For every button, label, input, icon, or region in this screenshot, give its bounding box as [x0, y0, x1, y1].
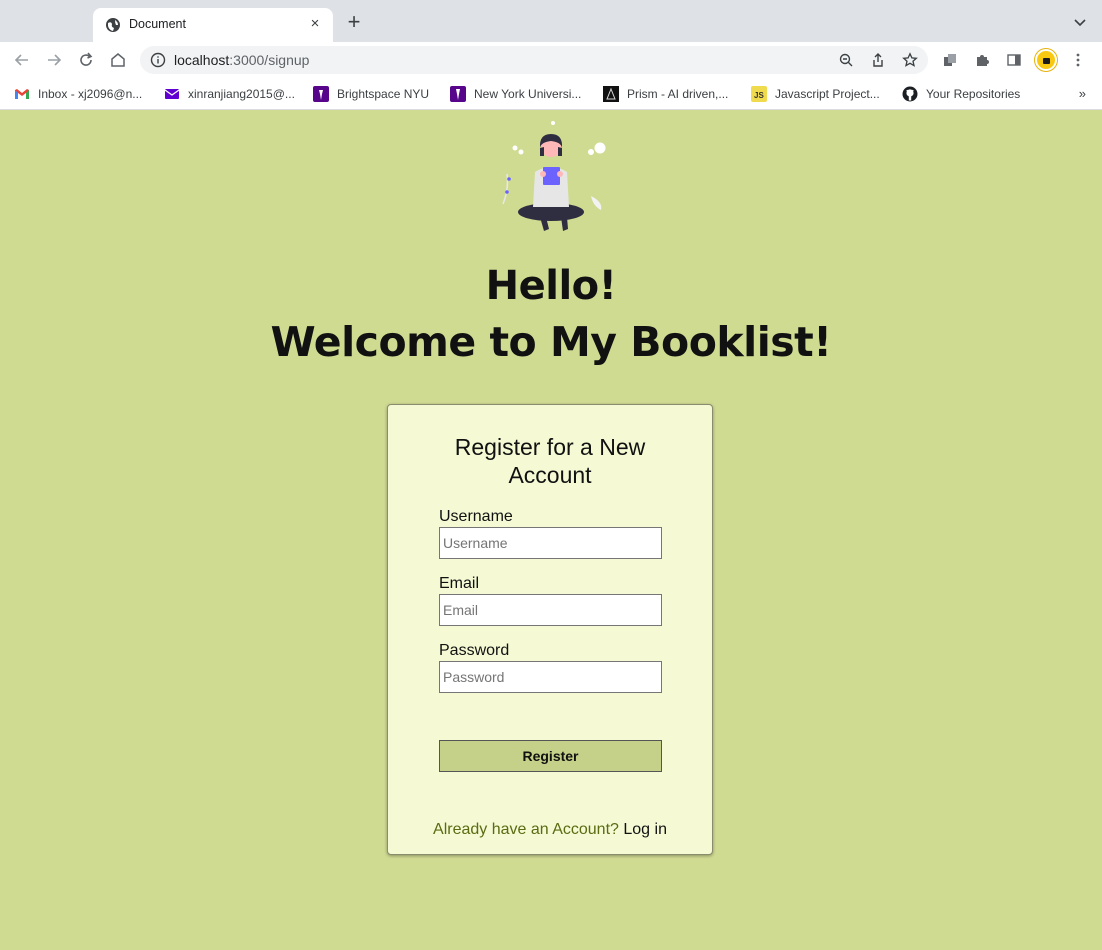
reading-woman-illustration [502, 121, 606, 231]
signup-card: Register for a New Account Username Emai… [387, 404, 713, 855]
back-arrow-icon[interactable] [12, 50, 32, 70]
extension-icon[interactable] [942, 52, 958, 68]
bookmark-label: xinranjiang2015@... [188, 87, 295, 101]
globe-icon [106, 18, 120, 32]
js-icon: JS [751, 86, 767, 102]
bookmark-nyu[interactable]: New York Universi... [450, 84, 581, 104]
bookmarks-bar: Inbox - xj2096@n... xinranjiang2015@... … [0, 78, 1102, 110]
prism-icon [603, 86, 619, 102]
username-input[interactable] [439, 527, 662, 559]
bookmark-mail[interactable]: xinranjiang2015@... [164, 84, 295, 104]
close-tab-icon[interactable]: × [305, 14, 325, 34]
login-link[interactable]: Log in [623, 821, 667, 838]
profile-avatar[interactable] [1035, 49, 1057, 71]
nyu-torch-icon [450, 86, 466, 102]
bookmark-label: New York Universi... [474, 87, 582, 101]
bookmark-inbox[interactable]: Inbox - xj2096@n... [14, 84, 142, 104]
tab-title: Document [129, 17, 186, 31]
share-icon[interactable] [870, 52, 886, 68]
github-icon [902, 86, 918, 102]
kebab-menu-icon[interactable] [1070, 52, 1086, 68]
email-label: Email [439, 575, 480, 592]
browser-toolbar: localhost:3000/signup [0, 42, 1102, 78]
svg-text:JS: JS [754, 91, 764, 100]
nyu-torch-icon [313, 86, 329, 102]
password-label: Password [439, 642, 510, 659]
url-host: localhost [174, 52, 230, 68]
bookmark-github[interactable]: Your Repositories [902, 84, 1020, 104]
new-tab-button[interactable]: + [343, 11, 365, 34]
form-title: Register for a New Account [454, 434, 646, 488]
bookmark-star-icon[interactable] [902, 52, 918, 68]
login-row: Already have an Account? Log in [388, 821, 712, 839]
bookmark-javascript[interactable]: JS Javascript Project... [751, 84, 880, 104]
gmail-icon [15, 89, 29, 99]
site-info-icon[interactable] [150, 52, 166, 68]
greeting-heading: Hello! [485, 263, 617, 309]
chevron-down-icon[interactable] [1072, 14, 1088, 30]
page-content: Hello! Welcome to My Booklist! Register … [0, 110, 1102, 950]
bookmark-prism[interactable]: Prism - AI driven,... [603, 84, 728, 104]
browser-tab[interactable]: Document × [93, 8, 333, 42]
url-text: localhost:3000/signup [174, 52, 309, 68]
register-button[interactable]: Register [439, 740, 662, 772]
forward-arrow-icon[interactable] [44, 50, 64, 70]
bookmark-label: Javascript Project... [775, 87, 880, 101]
email-input[interactable] [439, 594, 662, 626]
password-input[interactable] [439, 661, 662, 693]
reload-icon[interactable] [76, 50, 96, 70]
login-prompt: Already have an Account? [433, 821, 624, 838]
home-icon[interactable] [108, 50, 128, 70]
bookmark-label: Brightspace NYU [337, 87, 430, 101]
username-label: Username [439, 508, 513, 525]
zoom-icon[interactable] [838, 52, 854, 68]
url-path: :3000/signup [229, 52, 310, 68]
side-panel-icon[interactable] [1006, 52, 1022, 68]
mail-icon [164, 89, 180, 99]
bookmark-label: Your Repositories [926, 87, 1021, 101]
address-bar[interactable]: localhost:3000/signup [140, 46, 928, 74]
puzzle-icon[interactable] [974, 52, 990, 68]
tab-strip: Document × + [0, 0, 1102, 42]
bookmark-label: Inbox - xj2096@n... [38, 87, 143, 101]
bookmarks-overflow-button[interactable]: » [1079, 86, 1086, 101]
bookmark-label: Prism - AI driven,... [627, 87, 729, 101]
welcome-heading: Welcome to My Booklist! [270, 318, 832, 366]
profile-avatar-glyph [1043, 58, 1050, 64]
bookmark-brightspace[interactable]: Brightspace NYU [313, 84, 429, 104]
